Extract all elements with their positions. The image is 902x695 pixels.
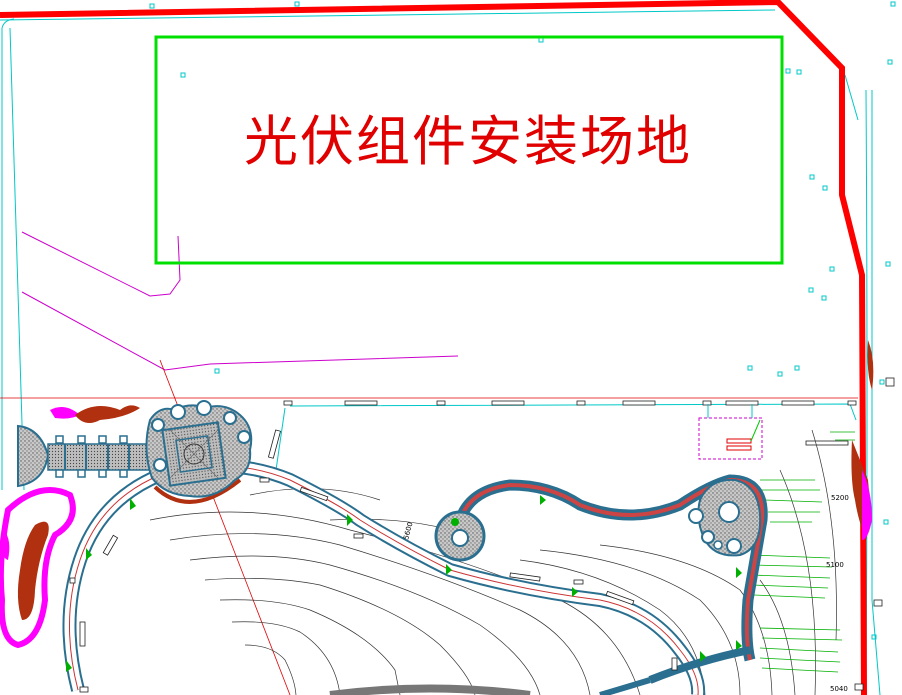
pv-install-zone-label: 光伏组件安装场地 bbox=[244, 110, 692, 173]
magenta-lines bbox=[21, 231, 459, 371]
planting-lines bbox=[751, 431, 855, 673]
elevation-label: 5600 bbox=[402, 521, 414, 540]
elevation-label: 5100 bbox=[826, 561, 844, 569]
elevation-label: 5040 bbox=[830, 685, 848, 693]
equipment-box bbox=[698, 404, 763, 460]
bottom-arc bbox=[329, 684, 531, 695]
round-platform bbox=[434, 510, 486, 562]
site-boundary-line bbox=[0, 0, 867, 695]
boardwalk bbox=[17, 424, 151, 488]
elevation-label: 5200 bbox=[831, 494, 849, 502]
top-edge-fixtures bbox=[267, 400, 857, 459]
site-plan-drawing: 光伏组件安装场地 5200 5100 5040 5600 bbox=[0, 0, 896, 695]
central-plaza bbox=[145, 400, 253, 504]
